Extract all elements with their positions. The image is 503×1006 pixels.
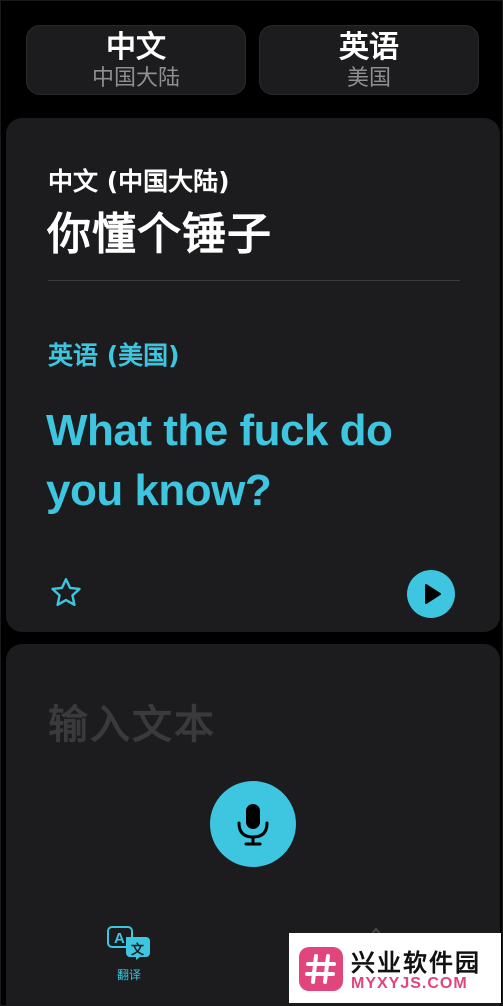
play-button[interactable] [407,570,455,618]
translation-card: 中文 (中国大陆) 你懂个锤子 英语 (美国) What the fuck do… [6,118,500,632]
translated-text[interactable]: What the fuck do you know? [46,401,476,521]
svg-text:文: 文 [131,942,145,958]
text-input[interactable]: 输入文本 [48,692,216,750]
target-language-region: 美国 [346,66,391,91]
svg-text:A: A [114,930,125,947]
target-language-button[interactable]: 英语 美国 [259,25,479,95]
source-language-label: 中文 (中国大陆) [48,167,230,196]
tab-translate-label: 翻译 [116,968,141,982]
watermark-logo [299,947,343,991]
hash-logo-icon [305,954,336,984]
app-screen: 中文 中国大陆 英语 美国 中文 (中国大陆) 你懂个锤子 英语 (美国) Wh… [0,0,503,1006]
play-icon [425,584,441,604]
source-language-button[interactable]: 中文 中国大陆 [26,25,246,95]
card-divider [48,280,460,281]
microphone-button[interactable] [210,781,296,867]
target-language-name: 英语 [339,30,399,65]
watermark-title: 兴业软件园 [351,949,481,977]
star-outline-icon [51,578,81,607]
source-language-name: 中文 [106,30,166,65]
favorite-button[interactable] [48,575,84,611]
tab-translate[interactable]: A 文 翻译 [104,926,154,986]
source-text[interactable]: 你懂个锤子 [47,198,272,262]
watermark-url: MYXYJS.COM [351,975,468,992]
source-language-region: 中国大陆 [91,66,180,91]
translate-icon: A 文 [107,926,150,960]
microphone-icon [237,804,269,846]
watermark: 兴业软件园 MYXYJS.COM [289,933,501,1003]
target-language-label: 英语 (美国) [48,341,180,370]
